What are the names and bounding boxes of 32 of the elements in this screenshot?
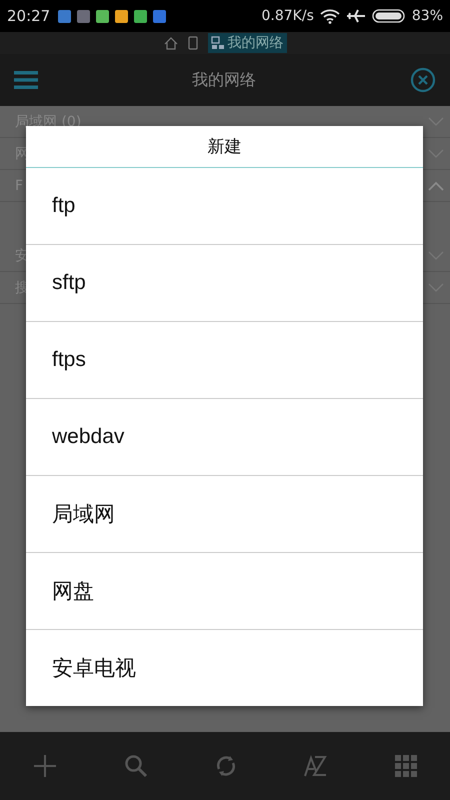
menu-item[interactable]: sftp [26,245,423,322]
chevron-icon[interactable] [428,148,444,158]
menu-item[interactable]: webdav [26,399,423,476]
network-speed: 0.87K/s [262,8,314,24]
breadcrumb-item[interactable]: 我的网络 [208,33,286,53]
wifi-icon [320,8,340,24]
sort-icon[interactable] [304,755,328,777]
home-icon[interactable] [164,36,178,50]
close-icon[interactable] [410,67,436,93]
phone-icon[interactable] [188,36,198,50]
chevron-icon[interactable] [428,116,444,126]
grid-icon[interactable] [394,755,417,777]
dialog-title: 新建 [26,126,423,168]
search-icon[interactable] [124,754,148,778]
refresh-icon[interactable] [214,755,237,777]
chevron-icon[interactable] [428,250,444,260]
chevron-icon[interactable] [428,282,444,292]
menu-item[interactable]: 安卓电视 [26,630,423,706]
breadcrumb-label: 我的网络 [228,34,284,52]
airplane-icon [346,8,366,24]
menu-item[interactable]: 网盘 [26,553,423,630]
network-icon [210,36,224,50]
chevron-icon[interactable] [428,180,444,190]
menu-icon[interactable] [14,70,38,90]
menu-item[interactable]: ftp [26,168,423,245]
battery-percentage: 83% [412,8,443,24]
toolbar-title: 我的网络 [192,70,256,90]
add-icon[interactable] [33,754,58,778]
menu-item[interactable]: ftps [26,322,423,399]
menu-item[interactable]: 局域网 [26,476,423,553]
battery-icon [372,8,406,24]
status-time: 20:27 [7,7,50,25]
